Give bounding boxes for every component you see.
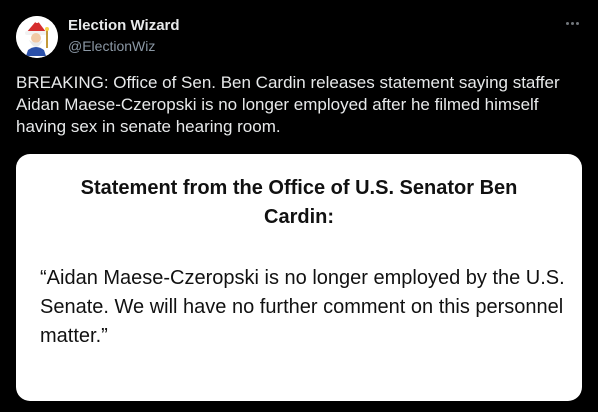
statement-body: “Aidan Maese-Czeropski is no longer empl… [40,267,565,347]
more-options-icon[interactable] [560,14,584,32]
avatar[interactable] [16,16,58,58]
more-dot [570,21,574,25]
media-image[interactable]: Statement from the Office of U.S. Senato… [16,154,582,401]
tweet[interactable]: Election Wizard @ElectionWiz BREAKING: O… [0,0,598,412]
author-handle[interactable]: @ElectionWiz [68,37,155,55]
author-name[interactable]: Election Wizard [68,16,180,36]
tweet-text: BREAKING: Office of Sen. Ben Cardin rele… [16,73,560,136]
statement-title: Statement from the Office of U.S. Senato… [80,177,518,228]
wizard-icon [16,16,58,58]
more-dot [565,21,569,25]
more-dot [575,21,579,25]
